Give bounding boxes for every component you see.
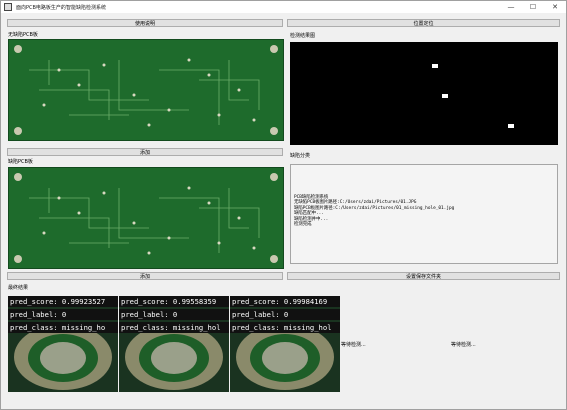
final-result-label: 最终结果 (8, 285, 29, 291)
minimize-icon[interactable]: — (500, 1, 522, 13)
defect-class-label: 缺陷分类 (290, 153, 311, 159)
defect-marker (508, 124, 514, 128)
pred-label: pred_label: 0 (232, 310, 289, 319)
defect-crop-3: pred_score: 0.99984169 pred_label: 0 pre… (230, 296, 340, 392)
good-pcb-image (8, 39, 284, 141)
defect-crop-1: pred_score: 0.99923527 pred_label: 0 pre… (8, 296, 118, 392)
pred-class: pred_class: missing_hol (121, 323, 221, 332)
log-textbox[interactable]: PCB缺陷检测系统 无缺陷PCB板图片路径:C:/Users/zdai/Pict… (290, 164, 558, 264)
app-window: 面向PCB电路板生产的智能缺陷检测系统 — ☐ ✕ 使用说明 位置定位 无缺陷P… (0, 0, 567, 410)
defect-pcb-image (8, 167, 284, 269)
result-image-label: 检测结果图 (290, 33, 316, 39)
log-line: 检测完成 (294, 222, 312, 228)
pred-label: pred_label: 0 (121, 310, 178, 319)
pred-score: pred_score: 0.99558359 (121, 297, 217, 306)
title-bar: 面向PCB电路板生产的智能缺陷检测系统 — ☐ ✕ (1, 1, 566, 13)
pred-class: pred_class: missing_hol (232, 323, 332, 332)
pred-score: pred_score: 0.99923527 (10, 297, 106, 306)
good-pcb-label: 无缺陷PCB板 (8, 32, 38, 38)
defect-marker (442, 94, 448, 98)
result-image (290, 42, 558, 145)
pred-score: pred_score: 0.99984169 (232, 297, 328, 306)
pred-label: pred_label: 0 (10, 310, 67, 319)
waiting-text-1: 等待检测... (341, 342, 366, 348)
close-icon[interactable]: ✕ (544, 1, 566, 13)
app-icon (4, 3, 12, 11)
usage-button[interactable]: 使用说明 (7, 19, 283, 27)
locate-button[interactable]: 位置定位 (287, 19, 560, 27)
waiting-text-2: 等待检测... (451, 342, 476, 348)
defect-marker (432, 64, 438, 68)
defect-pcb-label: 缺陷PCB板 (8, 159, 33, 165)
pred-class: pred_class: missing_ho (10, 323, 106, 332)
set-save-folder-button[interactable]: 设置保存文件夹 (287, 272, 560, 280)
add-defect-pcb-button[interactable]: 添加 (7, 272, 283, 280)
defect-crop-2: pred_score: 0.99558359 pred_label: 0 pre… (119, 296, 229, 392)
add-good-pcb-button[interactable]: 添加 (7, 148, 283, 156)
maximize-icon[interactable]: ☐ (522, 1, 544, 13)
window-title: 面向PCB电路板生产的智能缺陷检测系统 (16, 4, 106, 11)
